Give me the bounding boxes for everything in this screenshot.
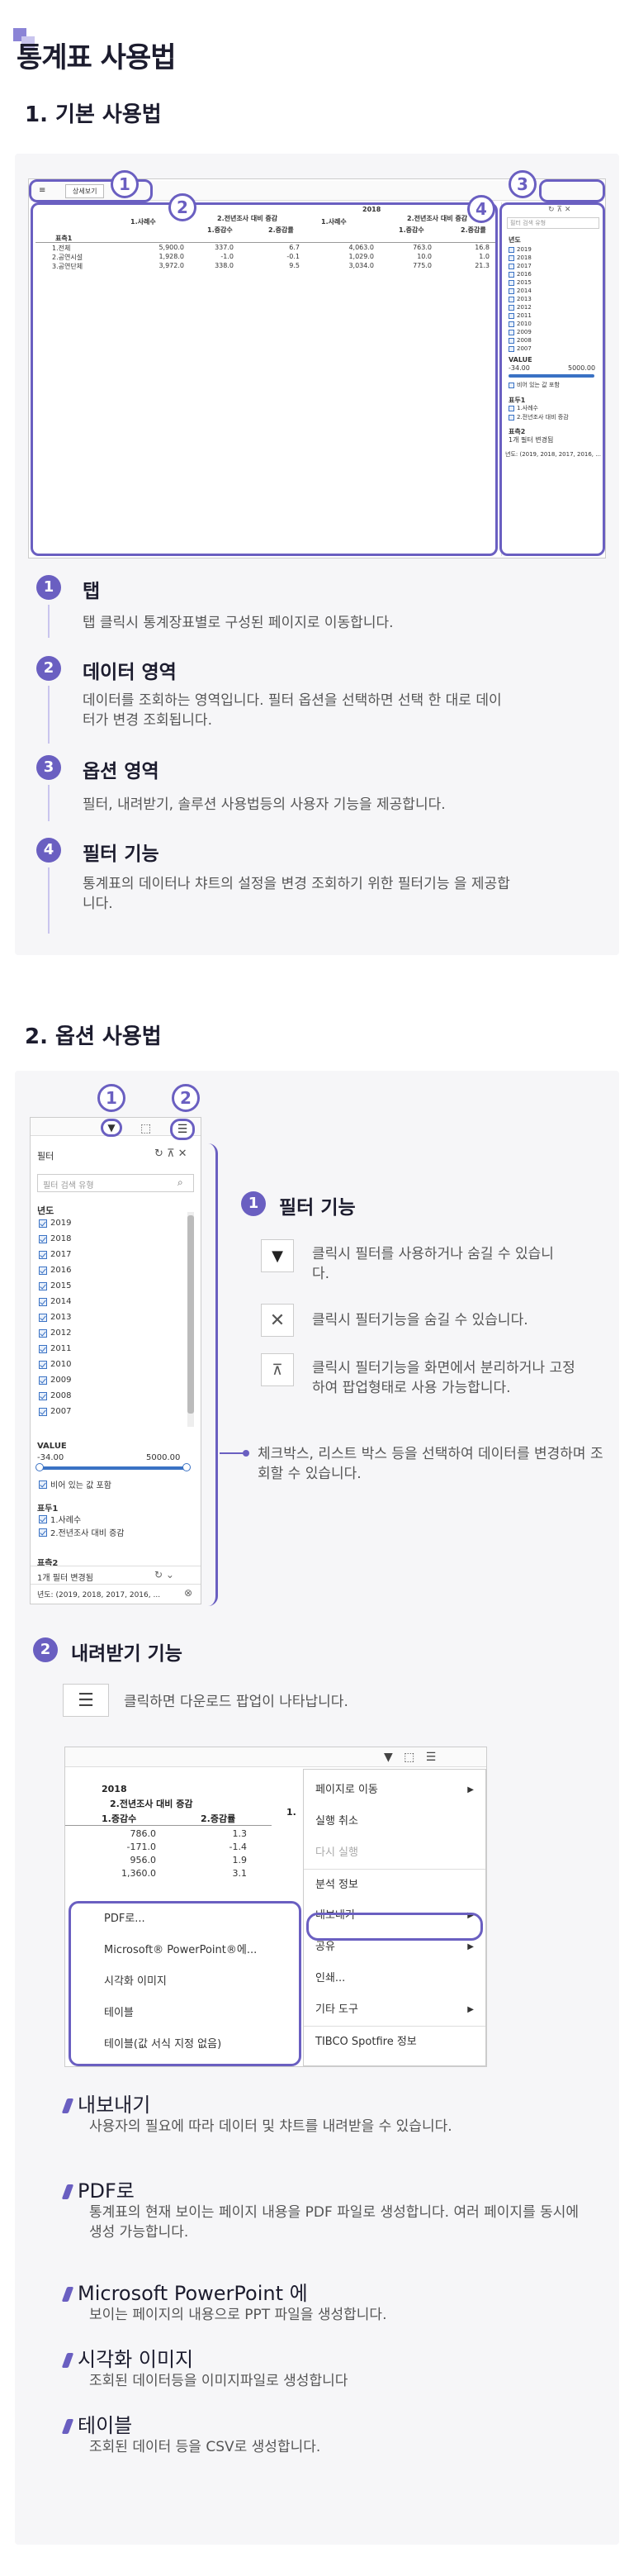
table-cell: -1.4 bbox=[229, 1842, 247, 1852]
menu-item[interactable]: 분석 정보 bbox=[304, 1869, 485, 1900]
export-desc: 조회된 데이터등을 이미지파일로 생성합니다 bbox=[89, 2373, 348, 2389]
callout-1: 1 bbox=[97, 1084, 125, 1112]
icon-desc: 클릭시 필터기능을 숨길 수 있습니다. bbox=[312, 1312, 528, 1328]
callout-2: 2 bbox=[172, 1084, 200, 1112]
filter-toggle-icon[interactable]: ▼ bbox=[101, 1119, 122, 1137]
submenu-item[interactable]: 테이블 bbox=[71, 1998, 299, 2029]
export-title: Microsoft PowerPoint 에 bbox=[61, 2277, 308, 2306]
item-desc: 데이터를 조회하는 영역입니다. 필터 옵션을 선택하면 선택 한 대로 데이터… bbox=[83, 692, 502, 729]
table-cell: 3.1 bbox=[232, 1868, 248, 1879]
item-num: 4 bbox=[36, 838, 61, 863]
table-cell: 1.9 bbox=[232, 1855, 248, 1865]
group-header: 2.전년조사 대비 증감 bbox=[110, 1799, 193, 1809]
icon-desc: 클릭하면 다운로드 팝업이 나타납니다. bbox=[124, 1694, 348, 1710]
item-desc: 필터, 내려받기, 솔루션 사용법등의 사용자 기능을 제공합니다. bbox=[83, 796, 446, 813]
callout-4: 4 bbox=[467, 195, 495, 223]
export-desc: 보이는 페이지의 내용으로 PPT 파일을 생성합니다. bbox=[89, 2307, 387, 2323]
export-title: 시각화 이미지 bbox=[61, 2343, 193, 2372]
item-title: 데이터 영역 bbox=[83, 662, 177, 683]
sub-header: 2.증감률 bbox=[201, 1813, 236, 1824]
section1-heading: 1. 기본 사용법 bbox=[25, 102, 162, 127]
export-desc: 사용자의 필요에 따라 데이터 및 챠트를 내려받을 수 있습니다. bbox=[89, 2118, 452, 2135]
close-icon: ✕ bbox=[261, 1304, 294, 1337]
basic-screenshot: ≡ 상세보기 2018 1.사례수 2.전년조사 대비 증감 1.사례수 2.전… bbox=[28, 178, 606, 558]
submenu-item[interactable]: Microsoft® PowerPoint®에... bbox=[71, 1935, 299, 1966]
table-cell: 956.0 bbox=[130, 1855, 157, 1865]
sub-header: 1.증감수 bbox=[102, 1813, 137, 1824]
icon-desc: 클릭시 필터를 사용하거나 숨길 수 있습니다. bbox=[312, 1246, 554, 1282]
item-title: 탭 bbox=[83, 581, 101, 602]
submenu-item[interactable]: PDF로... bbox=[71, 1903, 299, 1935]
pin-icon: ⊼ bbox=[261, 1353, 294, 1386]
item-num: 2 bbox=[33, 1637, 58, 1662]
item-title: 내려받기 기능 bbox=[71, 1643, 182, 1665]
menu-icon[interactable]: ☰ bbox=[170, 1119, 195, 1140]
menu-item[interactable]: 페이지로 이동 ▶ bbox=[304, 1775, 485, 1806]
icon-desc: 클릭시 필터기능을 화면에서 분리하거나 고정하여 팝업형태로 사용 가능합니다… bbox=[312, 1360, 575, 1396]
filter-panel-outline bbox=[28, 1143, 218, 1606]
submenu-item[interactable]: 시각화 이미지 bbox=[71, 1966, 299, 1998]
menu-item[interactable]: 기타 도구 ▶ bbox=[304, 1994, 485, 2026]
table-row: 786.0 1.3 bbox=[65, 1827, 272, 1840]
menu-icon: ☰ bbox=[63, 1684, 109, 1717]
menu-item[interactable]: 인쇄... bbox=[304, 1963, 485, 1994]
menu-item[interactable]: 다시 실행 bbox=[304, 1837, 485, 1869]
export-title: 내보내기 bbox=[61, 2089, 150, 2117]
submenu-item[interactable]: 테이블(값 서식 지정 없음) bbox=[71, 2029, 299, 2060]
item-num: 2 bbox=[36, 656, 61, 681]
filter-note: 체크박스, 리스트 박스 등을 선택하여 데이터를 변경하며 조회할 수 있습니… bbox=[258, 1446, 603, 1482]
table-row: -171.0 -1.4 bbox=[65, 1840, 272, 1853]
option-outline bbox=[539, 179, 605, 202]
item-num: 1 bbox=[241, 1191, 266, 1216]
export-title: 테이블 bbox=[61, 2409, 132, 2438]
table-cell: 1,360.0 bbox=[121, 1868, 156, 1879]
table-row: 956.0 1.9 bbox=[65, 1853, 272, 1866]
toolbar-icons: ▼ ⬚ ☰ bbox=[384, 1751, 437, 1764]
export-highlight bbox=[306, 1913, 483, 1941]
table-cell: 1.3 bbox=[232, 1828, 248, 1839]
menu-item[interactable]: 실행 취소 bbox=[304, 1806, 485, 1837]
callout-1: 1 bbox=[111, 170, 139, 198]
table-row: 1,360.0 3.1 bbox=[65, 1866, 272, 1880]
export-desc: 통계표의 현재 보이는 페이지 내용을 PDF 파일로 생성합니다. 여러 페이… bbox=[89, 2204, 580, 2241]
export-title: PDF로 bbox=[61, 2174, 135, 2203]
item-title: 필터 기능 bbox=[279, 1197, 356, 1219]
filter-icon: ▼ bbox=[261, 1239, 294, 1272]
table-cell: 786.0 bbox=[130, 1828, 157, 1839]
item-num: 3 bbox=[36, 755, 61, 780]
filter-outline bbox=[499, 202, 605, 556]
item-title: 필터 기능 bbox=[83, 844, 159, 865]
section2-heading: 2. 옵션 사용법 bbox=[25, 1024, 162, 1049]
item-num: 1 bbox=[36, 575, 61, 600]
data-outline bbox=[31, 202, 498, 556]
item-desc: 탭 클릭시 통계장표별로 구성된 페이지로 이동합니다. bbox=[83, 615, 394, 631]
year-header: 2018 bbox=[102, 1784, 127, 1794]
download-screenshot: ▼ ⬚ ☰ 2018 2.전년조사 대비 증감 1. 1.증감수 2.증감률 7… bbox=[64, 1747, 487, 2067]
callout-2: 2 bbox=[168, 193, 196, 221]
export-desc: 조회된 데이터 등을 CSV로 생성합니다. bbox=[89, 2439, 321, 2455]
export-submenu: PDF로... Microsoft® PowerPoint®에... 시각화 이미지… bbox=[69, 1901, 301, 2066]
item-desc: 통계표의 데이터나 챠트의 설정을 변경 조회하기 위한 필터기능 을 제공합니… bbox=[83, 876, 510, 912]
detach-icon[interactable]: ⬚ bbox=[140, 1122, 151, 1135]
group-header: 1. bbox=[286, 1807, 296, 1818]
callout-3: 3 bbox=[509, 170, 537, 198]
item-title: 옵션 영역 bbox=[83, 761, 159, 782]
page-title: 통계표 사용법 bbox=[17, 41, 177, 74]
menu-item[interactable]: TIBCO Spotfire 정보 bbox=[304, 2026, 485, 2057]
table-cell: -171.0 bbox=[126, 1842, 156, 1852]
